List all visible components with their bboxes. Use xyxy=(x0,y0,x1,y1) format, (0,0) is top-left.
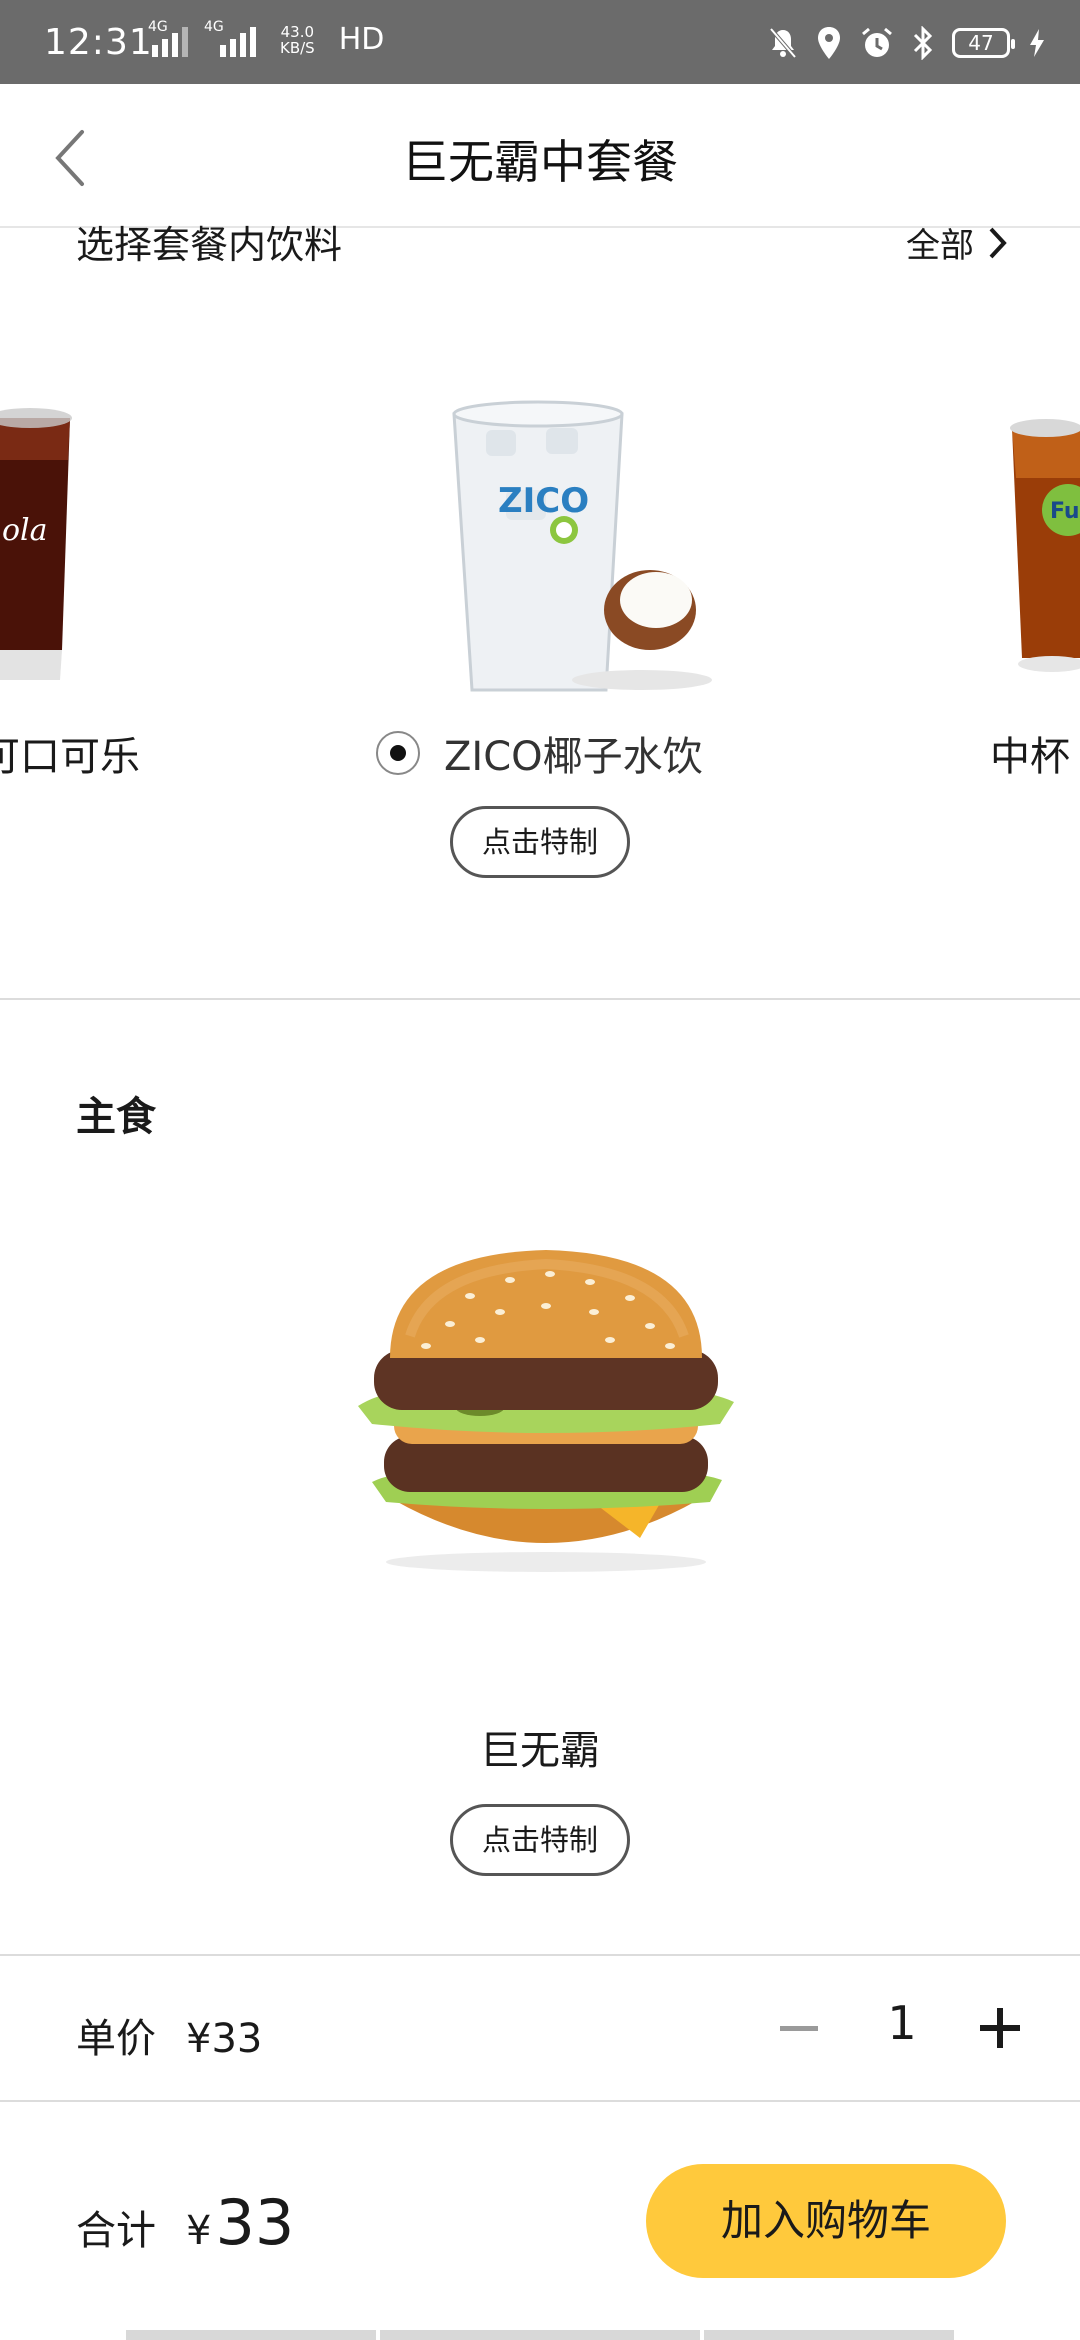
location-icon xyxy=(818,27,840,59)
customize-drink-button[interactable]: 点击特制 xyxy=(450,806,630,878)
svg-text:ZICO: ZICO xyxy=(498,481,589,521)
drink-name: 可口可乐 xyxy=(0,734,140,780)
bluetooth-icon xyxy=(913,26,933,60)
main-course-name: 巨无霸 xyxy=(480,1728,600,1774)
section-divider xyxy=(0,2100,1080,2102)
big-mac-image xyxy=(358,1250,734,1572)
unit-price-value: ¥33 xyxy=(186,2016,263,2062)
network-speed: 43.0 KB/S xyxy=(280,22,315,57)
signal-icon: 4G xyxy=(148,19,188,57)
drinks-section-header: 选择套餐内饮料 全部 xyxy=(76,214,1008,274)
drink-name: 中杯 xyxy=(990,734,1070,780)
status-time: 12:31 xyxy=(44,22,153,63)
unit-price-row: 单价 ¥33 xyxy=(76,2006,262,2064)
tea-drink-image: Fu xyxy=(1010,419,1080,672)
total-label: 合计 xyxy=(76,2208,156,2254)
status-icons: 47 xyxy=(768,26,1046,60)
view-all-link[interactable]: 全部 xyxy=(906,218,1008,267)
svg-text:Fu: Fu xyxy=(1050,499,1080,524)
mute-icon xyxy=(769,27,797,59)
section-divider xyxy=(0,998,1080,1000)
main-course-section-title: 主食 xyxy=(76,1094,156,1140)
chevron-right-icon xyxy=(989,227,1007,258)
add-to-cart-button[interactable]: 加入购物车 xyxy=(646,2164,1006,2278)
customize-main-button[interactable]: 点击特制 xyxy=(450,1804,630,1876)
quantity-value: 1 xyxy=(887,1996,917,2050)
quantity-stepper: 1 xyxy=(780,1990,1020,2070)
drink-name: ZICO椰子水饮 xyxy=(444,734,703,780)
view-all-label: 全部 xyxy=(906,226,974,266)
page-title: 巨无霸中套餐 xyxy=(402,135,678,189)
status-bar: 12:31 4G 4G 43.0 KB/S HD 47 xyxy=(0,0,1080,84)
cola-image: ola xyxy=(0,408,72,680)
gesture-bar xyxy=(380,2330,700,2340)
nav-header: 巨无霸中套餐 xyxy=(0,84,1080,228)
hd-indicator: HD xyxy=(338,22,385,57)
charging-icon xyxy=(1030,29,1044,57)
total-currency: ¥ xyxy=(186,2208,212,2254)
svg-text:ola: ola xyxy=(2,513,48,548)
network-indicators: 4G 4G 43.0 KB/S HD xyxy=(148,19,385,58)
gesture-bar xyxy=(126,2330,376,2340)
total-row: 合计 ¥ 33 xyxy=(76,2186,294,2259)
unit-price-label: 单价 xyxy=(76,2016,156,2062)
alarm-icon xyxy=(862,27,892,57)
minus-icon[interactable] xyxy=(780,2026,818,2031)
gesture-bar xyxy=(704,2330,954,2340)
total-value: 33 xyxy=(215,2186,295,2259)
section-divider xyxy=(0,1954,1080,1956)
drinks-section-title: 选择套餐内饮料 xyxy=(76,223,343,267)
radio-selected-icon[interactable] xyxy=(374,729,422,777)
plus-icon[interactable] xyxy=(980,2008,1020,2048)
battery-icon: 47 xyxy=(952,28,1015,58)
zico-drink-image: ZICO xyxy=(452,400,712,692)
signal-icon-2: 4G xyxy=(204,19,256,57)
drink-option-zico[interactable]: ZICO椰子水饮 xyxy=(374,724,703,782)
